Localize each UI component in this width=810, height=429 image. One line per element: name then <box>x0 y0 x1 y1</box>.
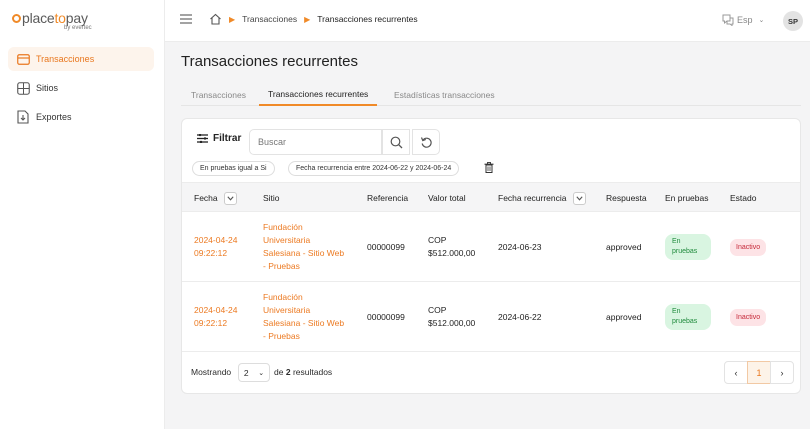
logo-ring-icon <box>12 13 21 23</box>
filter-button[interactable]: Filtrar <box>197 133 241 144</box>
breadcrumb-current: Transacciones recurrentes <box>317 14 418 24</box>
row-site-link[interactable]: Fundación Universitaria Salesiana - Sitio … <box>263 212 344 282</box>
chevron-down-icon: ⌄ <box>758 17 765 24</box>
filter-chip-en-pruebas[interactable]: En pruebas igual a Si <box>192 161 275 176</box>
row-reference: 00000099 <box>367 311 405 322</box>
row-site-link[interactable]: Fundación Universitaria Salesiana - Sitio … <box>263 282 344 352</box>
search-button[interactable] <box>382 129 410 155</box>
next-page-button[interactable]: › <box>770 361 794 384</box>
table-header: Fecha Sitio Referencia Valor total Fecha… <box>182 182 800 213</box>
row-reference: 00000099 <box>367 241 405 252</box>
search-input[interactable] <box>258 137 373 147</box>
sidebar-item-exportes[interactable]: Exportes <box>8 105 154 129</box>
placetopay-logo[interactable]: place to pay by evertec <box>12 10 92 31</box>
page-1-button[interactable]: 1 <box>747 361 771 384</box>
top-bar: ▶ Transacciones ▶ Transacciones recurren… <box>165 0 810 42</box>
sort-chevron-icon[interactable] <box>572 191 586 205</box>
column-valor-total: Valor total <box>428 193 466 203</box>
row-testing-badge: En pruebas <box>665 212 711 282</box>
sort-chevron-icon[interactable] <box>223 191 237 205</box>
trash-icon[interactable] <box>484 162 494 175</box>
menu-icon[interactable] <box>180 14 192 24</box>
row-response: approved <box>606 241 642 252</box>
sidebar-item-transacciones[interactable]: Transacciones <box>8 47 154 71</box>
translate-icon <box>722 14 734 26</box>
prev-page-button[interactable]: ‹ <box>724 361 748 384</box>
download-file-icon <box>16 110 30 124</box>
table-row[interactable]: 2024-04-24 09:22:12 Fundación Universitari… <box>182 282 800 352</box>
filter-icon <box>197 134 208 143</box>
column-estado: Estado <box>730 193 757 203</box>
chevron-right-icon: › <box>780 367 784 378</box>
page-title: Transacciones recurrentes <box>181 53 359 70</box>
row-response: approved <box>606 311 642 322</box>
search-icon <box>390 136 403 149</box>
page-size-select[interactable]: 2 ⌄ <box>238 363 270 382</box>
column-respuesta: Respuesta <box>606 193 647 203</box>
chevron-down-icon: ⌄ <box>258 369 265 377</box>
transactions-card: Filtrar En pruebas igual a Si Fecha recu… <box>181 118 801 394</box>
row-date[interactable]: 2024-04-24 09:22:12 <box>194 212 237 282</box>
row-total: COP $512.000,00 <box>428 305 476 328</box>
language-selector[interactable]: Esp ⌄ <box>722 14 764 26</box>
search-field <box>249 129 382 155</box>
column-en-pruebas: En pruebas <box>665 193 709 203</box>
tab-transacciones[interactable]: Transacciones <box>191 84 246 106</box>
chevron-left-icon: ‹ <box>734 367 738 378</box>
breadcrumb-separator-icon: ▶ <box>229 14 236 24</box>
reset-filters-button[interactable] <box>412 129 440 155</box>
row-status-badge: Inactivo <box>730 282 767 352</box>
row-date[interactable]: 2024-04-24 09:22:12 <box>194 282 237 352</box>
tabs: Transacciones Transacciones recurrentes … <box>181 84 801 106</box>
refresh-icon <box>420 136 433 149</box>
table-footer: Mostrando 2 ⌄ de 2 resultados ‹ 1 › <box>182 352 800 393</box>
row-recurrence-date: 2024-06-22 <box>498 311 542 322</box>
breadcrumb-separator-icon: ▶ <box>304 14 311 24</box>
grid-icon <box>16 81 30 95</box>
sidebar: place to pay by evertec Transacciones Siti… <box>0 0 165 429</box>
column-fecha: Fecha <box>194 183 237 213</box>
row-recurrence-date: 2024-06-23 <box>498 241 542 252</box>
home-icon[interactable] <box>209 13 222 25</box>
column-sitio: Sitio <box>263 193 280 203</box>
results-summary: de 2 resultados <box>274 367 333 377</box>
tab-transacciones-recurrentes[interactable]: Transacciones recurrentes <box>259 84 378 106</box>
column-referencia: Referencia <box>367 193 409 203</box>
breadcrumb-transacciones[interactable]: Transacciones <box>242 14 297 24</box>
row-total: COP $512.000,00 <box>428 235 476 258</box>
table-row[interactable]: 2024-04-24 09:22:12 Fundación Universitari… <box>182 212 800 282</box>
row-testing-badge: En pruebas <box>665 282 711 352</box>
user-avatar[interactable]: SP <box>783 11 803 31</box>
tab-estadisticas[interactable]: Estadísticas transacciones <box>394 84 495 106</box>
column-fecha-recurrencia: Fecha recurrencia <box>498 183 586 213</box>
breadcrumb: ▶ Transacciones ▶ Transacciones recurren… <box>209 13 418 25</box>
row-status-badge: Inactivo <box>730 212 767 282</box>
showing-label: Mostrando <box>191 367 232 377</box>
credit-card-icon <box>16 52 30 66</box>
filter-chip-fecha-recurrencia[interactable]: Fecha recurrencia entre 2024-06-22 y 202… <box>288 161 460 176</box>
logo-subtitle: by evertec <box>64 25 92 31</box>
sidebar-item-sitios[interactable]: Sitios <box>8 76 154 100</box>
